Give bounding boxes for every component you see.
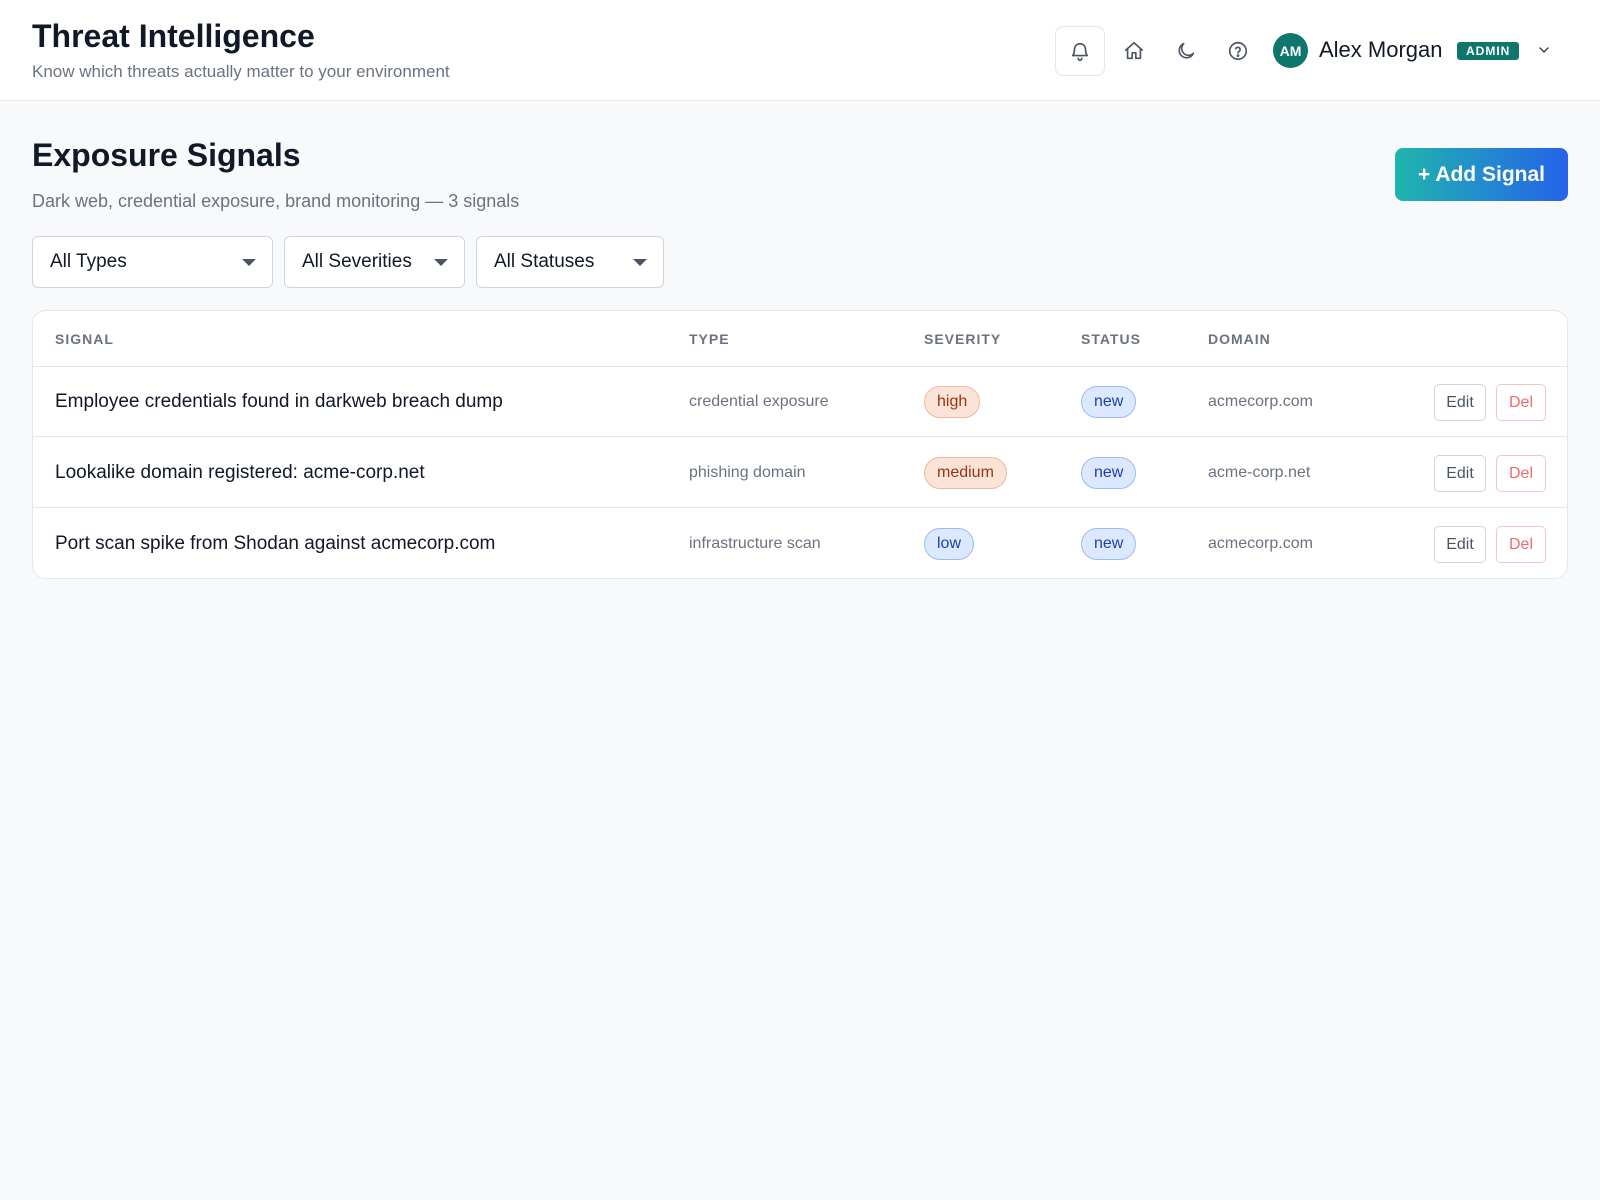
home-button[interactable] bbox=[1109, 26, 1159, 76]
signal-title: Port scan spike from Shodan against acme… bbox=[55, 533, 496, 554]
help-button[interactable] bbox=[1213, 26, 1263, 76]
help-icon bbox=[1228, 41, 1248, 61]
signal-domain: acmecorp.com bbox=[1208, 535, 1313, 552]
severity-cell: high bbox=[924, 367, 981, 437]
chevron-down-icon[interactable] bbox=[1536, 42, 1552, 58]
status-cell: new bbox=[1081, 367, 1137, 437]
signal-type: infrastructure scan bbox=[689, 535, 821, 552]
top-bar: Threat Intelligence Know which threats a… bbox=[0, 0, 1600, 101]
column-header-signal[interactable]: SIGNAL bbox=[55, 331, 114, 347]
edit-button[interactable]: Edit bbox=[1434, 384, 1486, 421]
app-subtitle: Know which threats actually matter to yo… bbox=[32, 62, 450, 81]
user-name[interactable]: Alex Morgan bbox=[1319, 37, 1443, 63]
moon-icon bbox=[1178, 42, 1195, 59]
add-signal-button[interactable]: + Add Signal bbox=[1395, 148, 1568, 201]
delete-button[interactable]: Del bbox=[1496, 384, 1546, 421]
avatar[interactable]: AM bbox=[1273, 33, 1308, 68]
edit-button[interactable]: Edit bbox=[1434, 455, 1486, 492]
severity-filter-select[interactable]: All Severities bbox=[284, 236, 465, 288]
delete-button[interactable]: Del bbox=[1496, 455, 1546, 492]
signal-domain: acmecorp.com bbox=[1208, 393, 1313, 410]
signal-type: credential exposure bbox=[689, 393, 829, 410]
signal-type: phishing domain bbox=[689, 464, 806, 481]
bell-icon bbox=[1071, 42, 1089, 61]
delete-button[interactable]: Del bbox=[1496, 526, 1546, 563]
severity-badge: high bbox=[924, 386, 981, 418]
app-title: Threat Intelligence bbox=[32, 18, 315, 54]
role-badge: ADMIN bbox=[1457, 42, 1520, 60]
caret-down-icon bbox=[434, 259, 448, 266]
edit-button[interactable]: Edit bbox=[1434, 526, 1486, 563]
notifications-button[interactable] bbox=[1055, 26, 1105, 76]
status-filter-select[interactable]: All Statuses bbox=[476, 236, 664, 288]
table-header: SIGNAL TYPE SEVERITY STATUS DOMAIN bbox=[33, 311, 1567, 367]
severity-cell: medium bbox=[924, 438, 1007, 508]
status-cell: new bbox=[1081, 509, 1137, 578]
signal-title: Employee credentials found in darkweb br… bbox=[55, 391, 503, 412]
theme-toggle-button[interactable] bbox=[1161, 26, 1211, 76]
page-description: Dark web, credential exposure, brand mon… bbox=[32, 191, 520, 211]
signals-table: SIGNAL TYPE SEVERITY STATUS DOMAIN Emplo… bbox=[32, 310, 1568, 579]
table-row[interactable]: Lookalike domain registered: acme-corp.n… bbox=[33, 438, 1567, 508]
table-row[interactable]: Employee credentials found in darkweb br… bbox=[33, 367, 1567, 437]
caret-down-icon bbox=[633, 259, 647, 266]
severity-badge: low bbox=[924, 528, 975, 560]
status-badge: new bbox=[1081, 457, 1137, 489]
column-header-domain[interactable]: DOMAIN bbox=[1208, 331, 1271, 347]
signal-title: Lookalike domain registered: acme-corp.n… bbox=[55, 462, 425, 483]
page-title: Exposure Signals bbox=[32, 137, 301, 173]
caret-down-icon bbox=[242, 259, 256, 266]
type-filter-select[interactable]: All Types bbox=[32, 236, 273, 288]
severity-cell: low bbox=[924, 509, 975, 578]
home-icon bbox=[1124, 41, 1144, 60]
status-cell: new bbox=[1081, 438, 1137, 508]
type-filter-value: All Types bbox=[50, 251, 127, 272]
signal-domain: acme-corp.net bbox=[1208, 464, 1311, 481]
severity-filter-value: All Severities bbox=[302, 251, 412, 272]
status-badge: new bbox=[1081, 386, 1137, 418]
column-header-status[interactable]: STATUS bbox=[1081, 331, 1141, 347]
column-header-severity[interactable]: SEVERITY bbox=[924, 331, 1001, 347]
column-header-type[interactable]: TYPE bbox=[689, 331, 730, 347]
status-filter-value: All Statuses bbox=[494, 251, 595, 272]
table-row[interactable]: Port scan spike from Shodan against acme… bbox=[33, 509, 1567, 578]
severity-badge: medium bbox=[924, 457, 1007, 489]
status-badge: new bbox=[1081, 528, 1137, 560]
